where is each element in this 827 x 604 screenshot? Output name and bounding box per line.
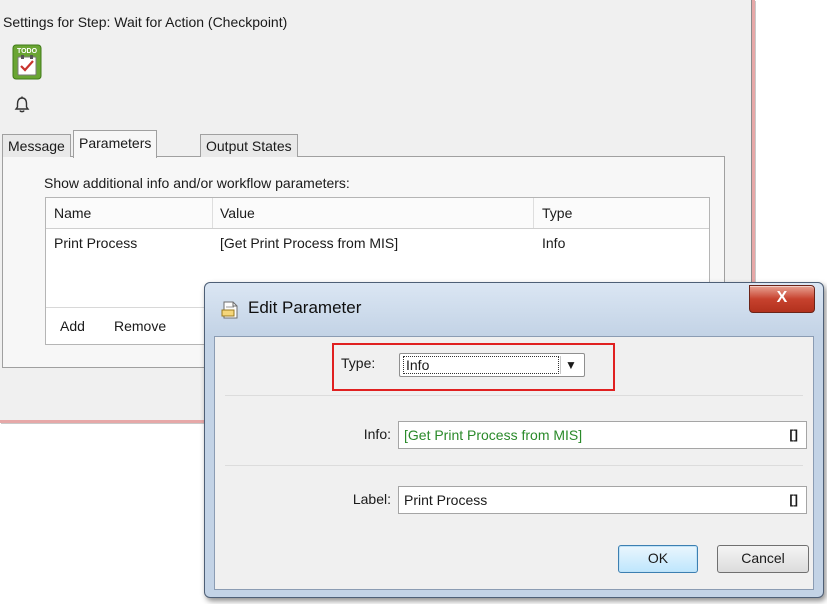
column-header-value[interactable]: Value — [212, 198, 255, 228]
info-field[interactable]: [Get Print Process from MIS] [] — [398, 421, 807, 449]
info-label: Info: — [363, 426, 391, 442]
remove-button[interactable]: Remove — [114, 308, 166, 344]
tab-message[interactable]: Message — [2, 134, 71, 157]
label-value: Print Process — [404, 492, 488, 508]
cell-type: Info — [542, 235, 566, 251]
dialog-titlebar[interactable]: Edit Parameter X — [205, 283, 823, 335]
type-select[interactable]: Info ▼ — [399, 353, 585, 377]
cancel-button[interactable]: Cancel — [717, 545, 809, 573]
add-button[interactable]: Add — [60, 308, 85, 344]
label-bracket-button[interactable]: [] — [789, 487, 798, 513]
dialog-body: Type: Info ▼ Info: [Get Print Process fr… — [214, 336, 814, 590]
settings-title: Settings for Step: Wait for Action (Chec… — [3, 14, 288, 30]
cell-value: [Get Print Process from MIS] — [220, 235, 399, 251]
type-label: Type: — [341, 355, 376, 371]
info-value: [Get Print Process from MIS] — [404, 427, 583, 443]
close-icon: X — [776, 289, 788, 306]
type-select-value: Info — [403, 356, 559, 374]
dialog-title: Edit Parameter — [248, 298, 362, 317]
edit-parameter-dialog: Edit Parameter X Type: Info ▼ Info: [Get… — [204, 282, 824, 598]
column-header-name[interactable]: Name — [46, 198, 91, 228]
table-header: Name Value Type — [46, 198, 709, 229]
table-row[interactable]: Print Process [Get Print Process from MI… — [46, 229, 709, 257]
todo-label: TODO — [17, 48, 38, 55]
close-button[interactable]: X — [749, 285, 815, 313]
bell-icon — [14, 96, 30, 113]
label-field-label: Label: — [352, 491, 391, 507]
info-bracket-button[interactable]: [] — [789, 422, 798, 448]
divider — [225, 465, 803, 466]
label-field[interactable]: Print Process [] — [398, 486, 807, 514]
params-caption: Show additional info and/or workflow par… — [44, 175, 350, 191]
tab-output-states[interactable]: Output States — [200, 134, 298, 157]
document-icon — [221, 301, 238, 319]
divider — [225, 395, 803, 396]
ok-button[interactable]: OK — [618, 545, 698, 573]
column-header-type[interactable]: Type — [534, 198, 572, 228]
dropdown-arrow-icon[interactable]: ▼ — [560, 356, 581, 374]
todo-checklist-icon: TODO — [12, 44, 42, 80]
cell-name: Print Process — [54, 235, 138, 251]
tab-parameters[interactable]: Parameters — [73, 130, 158, 158]
